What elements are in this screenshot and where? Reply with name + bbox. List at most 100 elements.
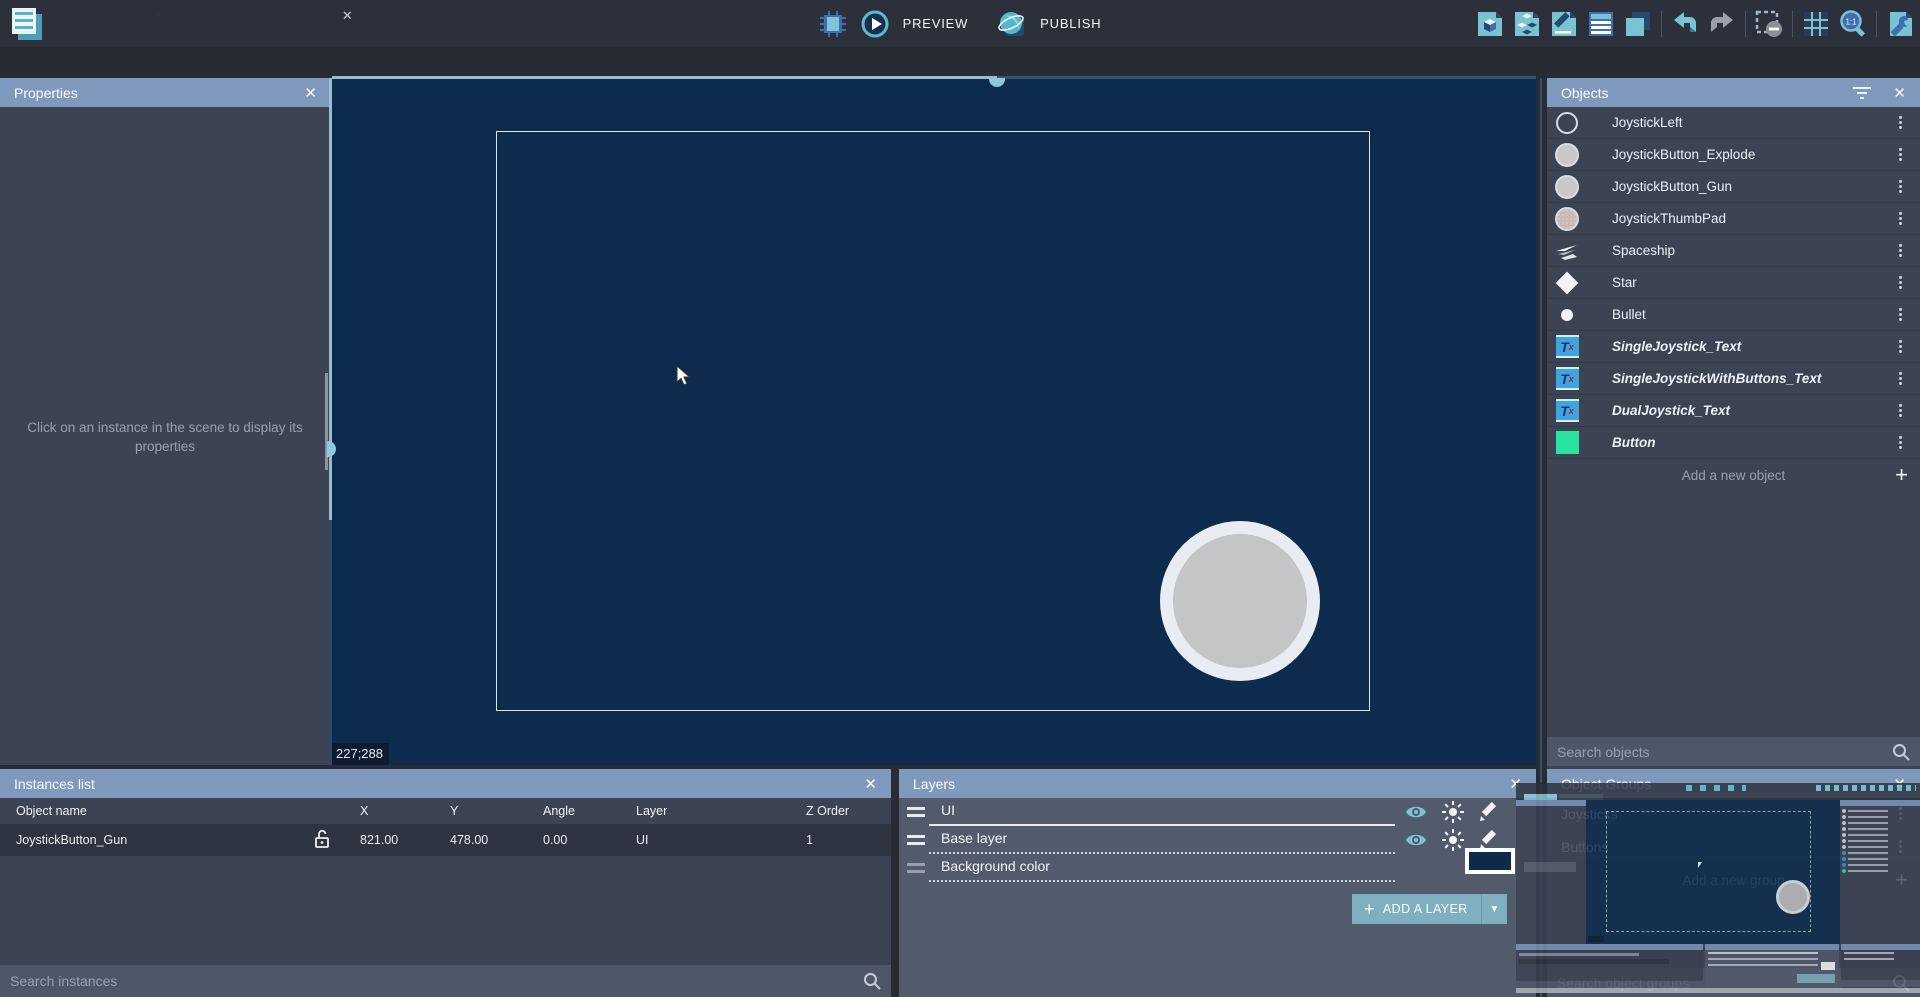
object-menu-icon[interactable] [1899, 340, 1902, 343]
object-name: JoystickThumbPad [1612, 211, 1726, 226]
redo-icon[interactable] [1708, 10, 1736, 38]
chevron-down-icon[interactable]: ▼ [1481, 894, 1507, 924]
object-menu-icon[interactable] [1899, 212, 1902, 215]
search-objects-input[interactable] [1557, 744, 1892, 760]
object-list-item[interactable]: Spaceship [1547, 235, 1920, 267]
instance-y: 478.00 [450, 833, 488, 847]
settings-wrench-icon[interactable] [1886, 10, 1914, 38]
layer-effects-icon[interactable] [1441, 828, 1465, 852]
publish-planet-icon[interactable] [998, 10, 1026, 38]
layer-effects-icon[interactable] [1441, 800, 1465, 824]
debugger-icon[interactable] [819, 10, 847, 38]
object-name: Star [1612, 275, 1637, 290]
object-menu-icon[interactable] [1899, 180, 1902, 183]
panel-divider[interactable] [332, 76, 997, 79]
preview-play-icon[interactable] [861, 10, 889, 38]
layer-row[interactable]: UI [899, 798, 1536, 826]
object-list-item[interactable]: Button [1547, 427, 1920, 459]
drag-handle-icon[interactable] [907, 807, 925, 817]
add-object-row[interactable]: Add a new object + [1547, 459, 1920, 491]
object-menu-icon[interactable] [1899, 276, 1902, 279]
preview-button[interactable]: PREVIEW [903, 16, 969, 31]
layers-rows: UI Base layer [899, 798, 1536, 854]
object-menu-icon[interactable] [1899, 436, 1902, 439]
zoom-1-1-icon[interactable]: 1:1 [1839, 10, 1867, 38]
object-thumbnail-icon: Tx [1555, 335, 1579, 359]
object-list-item[interactable]: JoystickButton_Gun [1547, 171, 1920, 203]
instances-panel-header: Instances list ✕ [0, 769, 891, 798]
add-layer-label: ADD A LAYER [1383, 902, 1468, 916]
object-list-item[interactable]: Star [1547, 267, 1920, 299]
mouse-cursor [675, 365, 695, 387]
close-tab-icon[interactable]: ✕ [153, 8, 164, 24]
filter-icon[interactable] [1853, 86, 1871, 100]
properties-empty-hint: Click on an instance in the scene to dis… [22, 418, 308, 456]
mini-topbar [1516, 783, 1920, 793]
object-name: Bullet [1612, 307, 1646, 322]
object-thumbnail-icon: Tx [1555, 399, 1579, 423]
mini-objects-panel [1840, 800, 1920, 944]
drag-handle-icon[interactable] [907, 835, 925, 845]
visibility-eye-icon[interactable] [1404, 828, 1428, 852]
object-menu-icon[interactable] [1899, 308, 1902, 311]
publish-button[interactable]: PUBLISH [1040, 16, 1101, 31]
search-icon [1892, 743, 1910, 761]
background-color-swatch[interactable] [1465, 848, 1515, 874]
close-icon[interactable]: ✕ [864, 775, 877, 793]
layer-row[interactable]: Base layer [899, 826, 1536, 854]
scene-canvas[interactable]: 227;288 [332, 78, 1536, 765]
object-menu-icon[interactable] [1899, 244, 1902, 247]
unlock-icon[interactable] [314, 829, 330, 849]
object-name: JoystickLeft [1612, 115, 1683, 130]
delete-selection-icon[interactable] [1755, 10, 1783, 38]
undo-icon[interactable] [1671, 10, 1699, 38]
close-tab-icon[interactable]: ✕ [342, 8, 353, 24]
search-icon [863, 972, 881, 990]
object-list-item[interactable]: Bullet [1547, 299, 1920, 331]
object-list-item[interactable]: JoystickThumbPad [1547, 203, 1920, 235]
search-instances-bar [0, 965, 891, 997]
visibility-eye-icon[interactable] [1404, 800, 1428, 824]
instances-panel-title: Instances list [14, 776, 95, 792]
edit-pencil-icon[interactable] [1478, 801, 1500, 823]
panel-divider[interactable] [329, 520, 332, 765]
search-instances-input[interactable] [10, 973, 863, 989]
object-menu-icon[interactable] [1899, 372, 1902, 375]
drag-handle-icon[interactable] [907, 863, 925, 873]
object-name: Spaceship [1612, 243, 1675, 258]
grid-icon[interactable] [1802, 10, 1830, 38]
instance-layer: UI [636, 833, 649, 847]
close-icon[interactable]: ✕ [304, 84, 317, 102]
object-thumbnail-icon [1555, 143, 1579, 167]
objects-panel-icon[interactable] [1476, 10, 1504, 38]
layers-panel-title: Layers [913, 776, 955, 792]
object-list-item[interactable]: Tx DualJoystick_Text [1547, 395, 1920, 427]
top-toolbar: PREVIEW PUBLISH [0, 0, 1920, 47]
close-icon[interactable]: ✕ [1893, 84, 1906, 102]
object-list-item[interactable]: JoystickButton_Explode [1547, 139, 1920, 171]
instances-list-panel-icon[interactable] [1587, 10, 1615, 38]
properties-panel-icon[interactable] [1550, 10, 1578, 38]
object-groups-icon[interactable] [1513, 10, 1541, 38]
object-thumbnail-icon [1555, 431, 1579, 455]
joystick-button-gun-instance[interactable] [1160, 521, 1320, 681]
add-layer-button[interactable]: + ADD A LAYER ▼ [1352, 894, 1507, 924]
object-list-item[interactable]: JoystickLeft [1547, 107, 1920, 139]
object-thumbnail-icon [1555, 175, 1579, 199]
object-menu-icon[interactable] [1899, 116, 1902, 119]
background-color-row[interactable]: Background color [899, 854, 1536, 882]
object-menu-icon[interactable] [1899, 148, 1902, 151]
object-name: SingleJoystickWithButtons_Text [1612, 371, 1821, 386]
object-list-item[interactable]: Tx SingleJoystickWithButtons_Text [1547, 363, 1920, 395]
object-menu-icon[interactable] [1899, 404, 1902, 407]
layer-name: UI [941, 802, 955, 818]
mini-canvas [1586, 800, 1840, 944]
layers-panel-icon[interactable] [1624, 10, 1652, 38]
panel-divider[interactable] [997, 76, 1536, 79]
object-list-item[interactable]: Tx SingleJoystick_Text [1547, 331, 1920, 363]
plus-icon[interactable]: + [1895, 465, 1908, 485]
mini-properties [1516, 800, 1586, 944]
layer-name: Background color [941, 858, 1050, 874]
instance-row[interactable]: JoystickButton_Gun 821.00 478.00 0.00 UI… [0, 824, 891, 856]
instance-angle: 0.00 [543, 833, 567, 847]
